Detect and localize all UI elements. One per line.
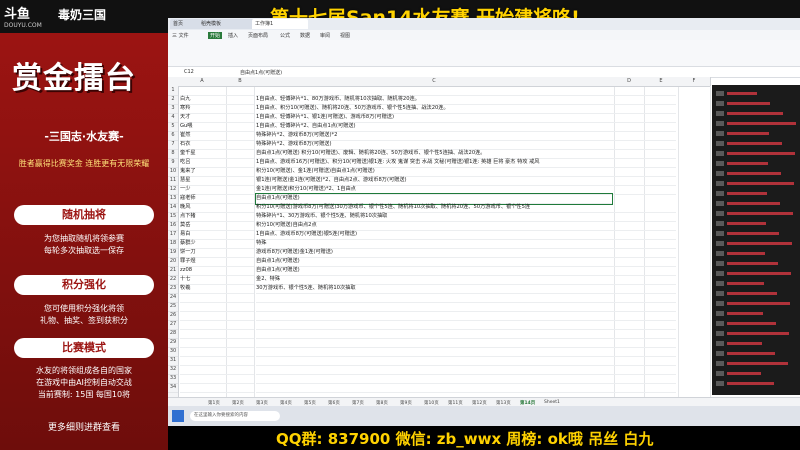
menu-review[interactable]: 审阅	[320, 32, 330, 39]
chat-message	[716, 271, 796, 277]
formula-input[interactable]: 自由点1点(可赠送)	[240, 69, 282, 76]
chat-message	[716, 181, 796, 187]
grid-line	[678, 86, 679, 397]
chat-message	[716, 371, 796, 377]
chat-message	[716, 121, 796, 127]
stream-bottom-bar: QQ群: 837900 微信: zb_wwx 周榜: ok哦 吊丝 白九	[168, 426, 800, 450]
sheet-tab[interactable]: Sheet1	[544, 400, 560, 405]
chat-message	[716, 171, 796, 177]
chat-message	[716, 331, 796, 337]
menu-view[interactable]: 视图	[340, 32, 350, 39]
section-line: 您可使用积分强化将领	[44, 304, 124, 313]
chat-message	[716, 341, 796, 347]
menu-bar: 三 文件 开始 插入 页面布局 公式 数据 审阅 视图	[168, 30, 800, 40]
channel-name: 毒奶三国	[58, 8, 107, 22]
chat-message	[716, 301, 796, 307]
section-line: 每轮多次抽取选一保存	[44, 246, 124, 255]
douyu-logo: 斗鱼 DOUYU.COM	[4, 7, 42, 29]
spreadsheet-window: 首页 稻壳模板 工作簿1 三 文件 开始 插入 页面布局 公式 数据 审阅 视图…	[168, 18, 800, 426]
chat-message	[716, 351, 796, 357]
tab-home[interactable]: 首页	[170, 19, 200, 29]
chat-message	[716, 231, 796, 237]
taskbar: 在这里输入你要搜索的内容	[168, 406, 800, 426]
row-number[interactable]: 34	[168, 383, 178, 393]
cell-reference[interactable]: C12	[184, 69, 194, 75]
section-match-mode: 比赛模式	[14, 338, 154, 358]
section-points: 积分强化	[14, 275, 154, 295]
cell-reward[interactable]	[256, 383, 676, 393]
chat-message	[716, 91, 796, 97]
panel-title: 赏金擂台	[12, 61, 136, 96]
section-line: 在游戏中由AI控制自动交战	[36, 378, 132, 387]
chat-message	[716, 221, 796, 227]
chat-message	[716, 191, 796, 197]
browser-tabs: 首页 稻壳模板 工作簿1	[168, 18, 800, 30]
chat-message	[716, 111, 796, 117]
section-line: 水友的将领组成各自的国家	[36, 366, 132, 375]
menu-layout[interactable]: 页面布局	[248, 32, 268, 39]
chat-message	[716, 251, 796, 257]
windows-start-icon[interactable]	[172, 410, 184, 422]
chat-message	[716, 261, 796, 267]
chat-message	[716, 211, 796, 217]
section-random-draw: 随机抽将	[14, 205, 154, 225]
chat-message	[716, 311, 796, 317]
cell-name[interactable]	[180, 383, 254, 393]
section-line: 当前赛制: 15国 每国10将	[37, 390, 131, 399]
column-header[interactable]: F	[678, 77, 711, 87]
chat-message	[716, 291, 796, 297]
footer-note: 更多细则进群查看	[47, 423, 120, 433]
panel-subtitle: -三国志·水友赛-	[44, 130, 124, 143]
toolbar-ribbon	[168, 40, 800, 67]
menu-data[interactable]: 数据	[300, 32, 310, 39]
section-line: 为您抽取随机将领参赛	[44, 234, 124, 243]
grid-line	[254, 86, 255, 397]
chat-message	[716, 101, 796, 107]
tab-sheet[interactable]: 工作簿1	[252, 19, 308, 29]
left-info-panel: 赏金擂台 -三国志·水友赛- 胜者赢得比赛奖金 连胜更有无限荣耀 随机抽将 为您…	[0, 33, 168, 450]
chat-message	[716, 241, 796, 247]
chat-message	[716, 161, 796, 167]
chat-message	[716, 381, 796, 387]
section-line: 礼物、抽奖、签到获积分	[40, 316, 128, 325]
panel-note: 胜者赢得比赛奖金 连胜更有无限荣耀	[18, 159, 150, 168]
menu-formula[interactable]: 公式	[280, 32, 290, 39]
chat-message	[716, 201, 796, 207]
menu-start[interactable]: 开始	[208, 32, 223, 39]
chat-panel	[712, 85, 800, 395]
chat-message	[716, 151, 796, 157]
chat-message	[716, 131, 796, 137]
taskbar-search[interactable]: 在这里输入你要搜索的内容	[190, 411, 280, 421]
menu-insert[interactable]: 插入	[228, 32, 238, 39]
sheet-grid[interactable]: A B C D E F 1 2 白九 1自由点、轻傅碎片*1、80万游戏币、随机将10次抽取、随机…	[168, 77, 711, 397]
chat-message	[716, 141, 796, 147]
chat-message	[716, 281, 796, 287]
chat-message	[716, 321, 796, 327]
menu-file[interactable]: 三 文件	[172, 32, 189, 39]
grid-line	[710, 86, 711, 397]
chat-message	[716, 361, 796, 367]
bottom-text: QQ群: 837900 微信: zb_wwx 周榜: ok哦 吊丝 白九	[276, 430, 654, 448]
tab-doc[interactable]: 稻壳模板	[198, 19, 254, 29]
